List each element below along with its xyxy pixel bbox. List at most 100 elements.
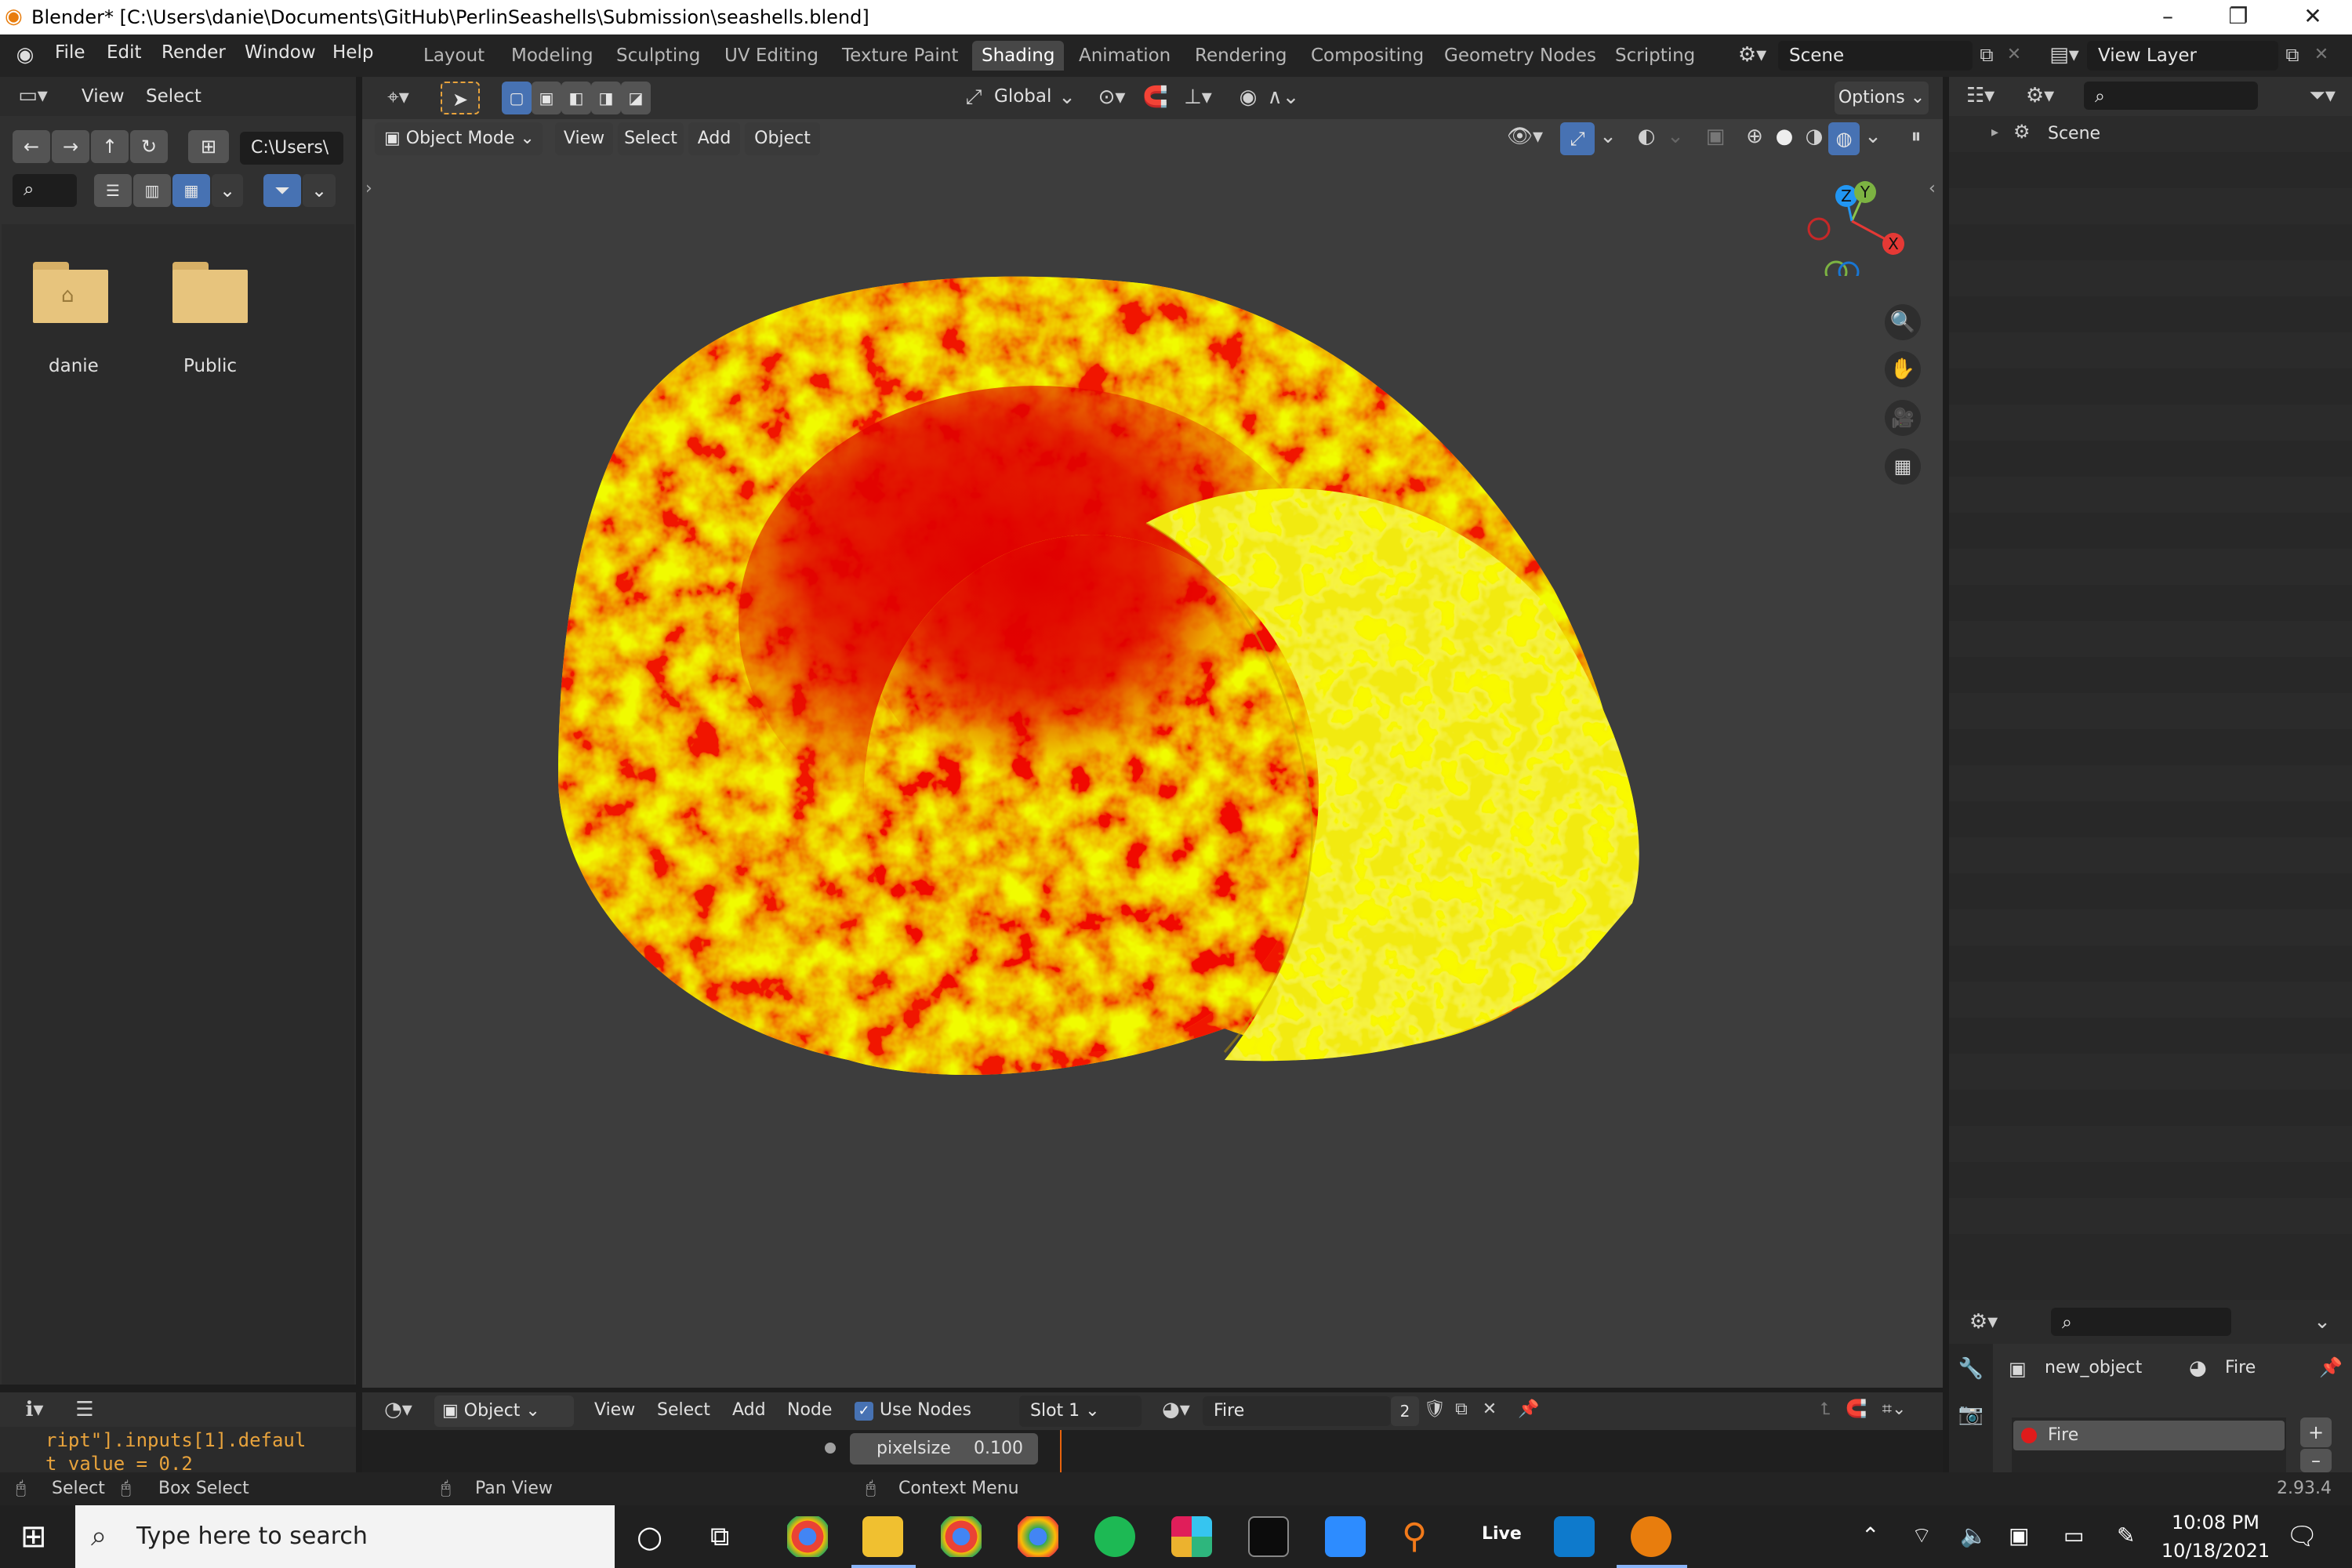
parent-dir-button[interactable]: ↑ (91, 130, 129, 163)
outliner-row[interactable]: ▸ ⚙ Scene (1949, 116, 2352, 152)
expand-arrow-icon[interactable]: ▸ (1991, 124, 1998, 140)
vscode-icon[interactable] (1554, 1516, 1595, 1557)
material-browse-icon[interactable]: ◕▾ (1154, 1394, 1198, 1425)
options-dropdown[interactable]: Options ⌄ (1835, 82, 1929, 114)
new-scene-icon[interactable]: ⧉ (1973, 39, 2001, 71)
volume-icon[interactable]: 🔈 (1960, 1523, 1987, 1548)
select-tool-icon[interactable]: ➤ (441, 82, 480, 114)
menu-help[interactable]: Help (332, 42, 373, 63)
back-button[interactable]: ← (13, 130, 50, 163)
pin-icon[interactable]: 📌 (1513, 1394, 1544, 1425)
zoom-app-icon[interactable] (1325, 1516, 1366, 1557)
pen-icon[interactable]: ✎ (2117, 1523, 2135, 1548)
pivot-point-icon[interactable]: ⊙▾ (1090, 82, 1134, 113)
clock-time[interactable]: 10:08 PM (2161, 1512, 2270, 1534)
scene-selector-icon[interactable]: ⚙▾ (1733, 39, 1772, 71)
terminal-icon[interactable] (1248, 1516, 1289, 1557)
node-editor-canvas[interactable]: pixelsize 0.100 (362, 1430, 1943, 1472)
chevron-down-icon[interactable]: ⌄ (2307, 1306, 2338, 1338)
refresh-button[interactable]: ↻ (130, 130, 168, 163)
use-nodes-checkbox[interactable]: ✓ (855, 1402, 873, 1421)
outliner-editor-type-icon[interactable]: ☷▾ (1957, 80, 2004, 111)
forward-button[interactable]: → (52, 130, 89, 163)
display-mode-icon[interactable]: ⚙▾ (2016, 80, 2063, 111)
fake-user-icon[interactable]: 🛡 (1421, 1394, 1449, 1425)
filter-dropdown[interactable]: ⌄ (303, 174, 336, 207)
node-view-menu[interactable]: View (594, 1400, 635, 1420)
snap-icon[interactable]: 🧲 (1140, 82, 1171, 113)
snap-element-icon[interactable]: ⌗⌄ (1872, 1394, 1916, 1425)
chrome-profile-icon[interactable] (941, 1516, 982, 1557)
unlink-material-icon[interactable]: ✕ (1475, 1394, 1504, 1425)
tab-layout[interactable]: Layout (414, 41, 494, 71)
outliner-item-scene[interactable]: Scene (2048, 124, 2100, 143)
horizontal-list-icon[interactable]: ▥ (133, 174, 171, 207)
file-select-menu[interactable]: Select (146, 86, 201, 107)
folder-icon[interactable] (172, 262, 251, 325)
node-socket[interactable] (825, 1443, 836, 1454)
notifications-icon[interactable]: 🗨 (2286, 1521, 2318, 1551)
tab-uv-editing[interactable]: UV Editing (715, 41, 828, 71)
tab-modeling[interactable]: Modeling (502, 41, 603, 71)
tab-animation[interactable]: Animation (1069, 41, 1180, 71)
display-icon[interactable]: ▣ (2009, 1523, 2029, 1548)
tab-texture-paint[interactable]: Texture Paint (833, 41, 967, 71)
taskbar-search-box[interactable]: ⌕ Type here to search (75, 1505, 615, 1568)
new-view-layer-icon[interactable]: ⧉ (2278, 39, 2307, 71)
task-view-icon[interactable]: ⧉ (710, 1519, 729, 1554)
3d-viewport[interactable]: ▣ Object Mode ⌄ View Select Add Object 👁… (362, 119, 1943, 1388)
duplicate-material-icon[interactable]: ⧉ (1447, 1394, 1475, 1425)
editor-type-3d-icon[interactable]: ⌖▾ (375, 82, 422, 113)
blender-taskbar-icon[interactable] (1631, 1516, 1671, 1557)
path-field[interactable]: C:\Users\ (240, 132, 343, 165)
view-layer-field[interactable]: View Layer (2087, 41, 2278, 71)
chrome-icon[interactable] (787, 1516, 828, 1557)
tool-tab-icon[interactable]: 🔧 (1955, 1353, 1987, 1385)
proportional-falloff-icon[interactable]: ∧⌄ (1264, 82, 1303, 113)
material-name-field[interactable]: Fire (1203, 1396, 1391, 1426)
thumbnails-icon[interactable]: ▦ (172, 174, 210, 207)
shader-type-dropdown[interactable]: ▣ Object ⌄ (434, 1396, 574, 1427)
cortana-icon[interactable]: ○ (637, 1519, 662, 1554)
view-layer-icon[interactable]: ▤▾ (2045, 39, 2084, 71)
properties-search-input[interactable]: ⌕ (2051, 1308, 2231, 1336)
toolbar-expand-icon[interactable]: › (365, 179, 372, 198)
zoom-icon[interactable]: 🔍 (1885, 304, 1921, 340)
camera-view-icon[interactable]: 🎥 (1885, 400, 1921, 436)
proportional-edit-icon[interactable]: ◉ (1232, 82, 1264, 113)
slack-icon[interactable] (1171, 1516, 1212, 1557)
node-node-menu[interactable]: Node (787, 1400, 832, 1420)
spotify-icon[interactable] (1094, 1516, 1135, 1557)
restore-button[interactable]: ❐ (2203, 0, 2274, 34)
node-select-menu[interactable]: Select (657, 1400, 710, 1420)
material-users-count[interactable]: 2 (1391, 1396, 1419, 1426)
home-folder-icon[interactable]: ⌂ (33, 262, 111, 325)
file-search-input[interactable]: ⌕ (13, 174, 77, 207)
search-app-icon[interactable]: ⚲ (1402, 1516, 1427, 1557)
tab-geometry-nodes[interactable]: Geometry Nodes (1435, 41, 1606, 71)
hamburger-menu-icon[interactable]: ☰ (69, 1394, 100, 1425)
delete-scene-icon[interactable]: ✕ (2001, 39, 2027, 71)
render-tab-icon[interactable]: 📷 (1955, 1399, 1987, 1430)
close-window-button[interactable]: ✕ (2278, 0, 2348, 34)
transform-orientation-icon[interactable]: ⤢ (958, 82, 989, 113)
wifi-icon[interactable]: ⌔ (1911, 1523, 1932, 1550)
select-mode-intersect-icon[interactable]: ◪ (621, 82, 651, 114)
chrome-alt-icon[interactable] (1018, 1516, 1058, 1557)
new-folder-button[interactable]: ⊞ (188, 130, 229, 163)
navigation-gizmo[interactable]: Z Y X (1797, 174, 1907, 276)
file-item-public[interactable]: Public (183, 356, 237, 376)
pan-hand-icon[interactable]: ✋ (1885, 351, 1921, 387)
file-item-danie[interactable]: danie (49, 356, 99, 376)
select-mode-extend-icon[interactable]: ▣ (532, 82, 561, 114)
snap-target-icon[interactable]: ⊥▾ (1174, 82, 1221, 113)
tab-scripting[interactable]: Scripting (1606, 41, 1704, 71)
tab-sculpting[interactable]: Sculpting (607, 41, 710, 71)
tab-compositing[interactable]: Compositing (1301, 41, 1433, 71)
display-settings-dropdown[interactable]: ⌄ (212, 174, 243, 207)
add-slot-button[interactable]: + (2300, 1417, 2332, 1447)
node-editor-type-icon[interactable]: ◔▾ (375, 1394, 422, 1425)
properties-editor-type-icon[interactable]: ⚙▾ (1960, 1306, 2007, 1338)
select-mode-invert-icon[interactable]: ◨ (591, 82, 621, 114)
tab-rendering[interactable]: Rendering (1185, 41, 1296, 71)
